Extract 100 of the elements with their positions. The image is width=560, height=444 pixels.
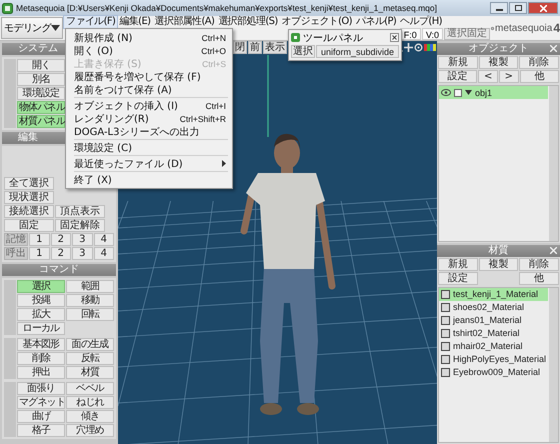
material-name: mhair02_Material — [453, 341, 523, 351]
menu-entry[interactable]: 環境設定 (C) — [68, 141, 230, 154]
menu-item[interactable]: 選択部属性(A) — [152, 16, 216, 28]
other-button[interactable]: 他 — [519, 272, 559, 284]
tool-button[interactable]: uniform_subdivide — [316, 45, 399, 58]
command-button[interactable]: 回転 — [66, 308, 114, 321]
panel-button[interactable]: 全て選択 — [4, 177, 54, 190]
command-button[interactable]: ベベル — [66, 382, 114, 395]
menu-entry[interactable]: 名前をつけて保存 (A) — [68, 83, 230, 96]
mode-dropdown[interactable]: モデリング — [1, 17, 63, 39]
minimize-button[interactable] — [490, 2, 508, 14]
panel-button[interactable]: 複製 — [478, 56, 518, 69]
scrollbar[interactable] — [549, 86, 558, 240]
menu-item[interactable]: ヘルプ(H) — [398, 16, 444, 28]
slot-button[interactable]: 1 — [29, 233, 50, 246]
command-button[interactable]: 面張り — [17, 382, 65, 395]
tool-button[interactable]: 選択 — [291, 45, 315, 58]
eye-icon[interactable] — [441, 89, 451, 96]
menu-entry[interactable]: 最近使ったファイル (D) — [68, 157, 230, 170]
menu-label: 新規作成 (N) — [74, 32, 132, 44]
view-button[interactable]: 表示 — [263, 41, 287, 54]
command-button[interactable]: ねじれ — [66, 396, 114, 409]
menu-item[interactable]: パネル(P) — [354, 16, 398, 28]
command-button[interactable]: 曲げ — [17, 410, 65, 423]
fix-selection-button[interactable]: 選択固定 — [444, 28, 490, 40]
slot-button[interactable]: 3 — [72, 233, 92, 246]
close-icon[interactable] — [390, 33, 399, 42]
close-button[interactable] — [528, 2, 558, 14]
material-name: Eyebrow009_Material — [453, 367, 540, 377]
scrollbar[interactable] — [549, 288, 558, 442]
material-row[interactable]: tshirt02_Material — [439, 326, 548, 340]
menu-entry[interactable]: オブジェクトの挿入 (I) Ctrl+I — [68, 99, 230, 112]
slot-button[interactable]: 2 — [50, 247, 71, 260]
maximize-button[interactable] — [509, 2, 527, 14]
command-button[interactable]: 格子 — [17, 424, 65, 437]
material-swatch — [441, 354, 450, 364]
slot-button[interactable]: 4 — [94, 233, 114, 246]
panel-button[interactable]: 別名 — [17, 73, 65, 86]
command-button[interactable]: ローカル — [17, 322, 65, 335]
panel-button[interactable]: < — [478, 70, 498, 83]
panel-button[interactable]: 新規 — [438, 258, 478, 270]
menu-entry[interactable]: レンダリング(R) Ctrl+Shift+R — [68, 112, 230, 125]
object-row[interactable]: obj1 — [439, 86, 548, 99]
maximize-icon — [514, 5, 522, 11]
command-button[interactable]: 押出 — [17, 366, 65, 379]
menu-item[interactable]: 編集(E) — [117, 16, 152, 28]
panel-button[interactable]: 頂点表示 — [55, 205, 105, 218]
material-row[interactable]: mhair02_Material — [439, 340, 548, 352]
panel-button[interactable]: > — [498, 70, 519, 83]
command-button[interactable]: 削除 — [17, 352, 65, 365]
panel-button[interactable]: 現状選択 — [4, 191, 54, 204]
view-button[interactable]: 前 — [248, 41, 262, 54]
command-button[interactable]: 傾き — [66, 410, 114, 423]
menu-item[interactable]: ファイル(F) — [64, 16, 118, 28]
menu-entry[interactable]: 終了 (X) — [68, 173, 230, 186]
command-button[interactable]: 基本図形 — [17, 338, 65, 351]
command-button[interactable]: 移動 — [66, 294, 114, 307]
material-row[interactable]: test_kenji_1_Material — [439, 288, 548, 300]
panel-button[interactable]: 設定 — [438, 70, 478, 83]
material-row[interactable]: jeans01_Material — [439, 314, 548, 326]
command-button[interactable]: 材質 — [66, 366, 114, 379]
menu-label: 名前をつけて保存 (A) — [74, 84, 172, 96]
panel-button[interactable]: 新規 — [438, 56, 478, 69]
menu-entry[interactable]: 新規作成 (N) Ctrl+N — [68, 31, 230, 44]
panel-button[interactable]: 開く — [17, 59, 65, 72]
slot-button[interactable]: 1 — [29, 247, 50, 260]
lock-checkbox[interactable] — [454, 88, 462, 96]
panel-button[interactable]: 環境設定 — [17, 87, 65, 100]
slot-button[interactable]: 4 — [94, 247, 114, 260]
slot-button[interactable]: 2 — [50, 233, 71, 246]
material-row[interactable]: shoes02_Material — [439, 300, 548, 314]
material-name: HighPolyEyes_Material — [453, 354, 546, 364]
command-button[interactable]: 投縄 — [17, 294, 65, 307]
move-icon[interactable] — [404, 43, 413, 52]
menu-item[interactable]: オブジェクト(O) — [280, 16, 354, 28]
menu-entry[interactable]: 履歴番号を増やして保存 (F) — [68, 70, 230, 83]
panel-button[interactable]: 削除 — [519, 258, 559, 270]
panel-button[interactable]: 固定解除 — [55, 219, 105, 232]
menu-label: 開く (O) — [74, 44, 113, 58]
expand-triangle-icon[interactable] — [465, 89, 472, 96]
command-button[interactable]: 反転 — [66, 352, 114, 365]
menu-item[interactable]: 選択部処理(S) — [216, 16, 280, 28]
command-button[interactable]: 範囲 — [66, 280, 114, 293]
panel-button[interactable]: 削除 — [519, 56, 559, 69]
view-button[interactable]: 閉 — [233, 41, 247, 54]
command-button[interactable]: 選択 — [17, 280, 65, 293]
material-row[interactable]: HighPolyEyes_Material — [439, 352, 548, 366]
settings-button[interactable]: 設定 — [438, 272, 478, 284]
material-row[interactable]: Eyebrow009_Material — [439, 366, 548, 378]
command-button[interactable]: マグネット — [17, 396, 65, 409]
panel-button[interactable]: 接続選択 — [4, 205, 54, 218]
command-button[interactable]: 面の生成 — [66, 338, 114, 351]
panel-button[interactable]: 複製 — [478, 258, 518, 270]
panel-button[interactable]: 他 — [520, 70, 559, 83]
command-button[interactable]: 穴埋め — [66, 424, 114, 437]
panel-button[interactable]: 固定 — [4, 219, 54, 232]
color-bars-icon[interactable] — [424, 44, 436, 51]
rotate-icon[interactable] — [414, 43, 423, 52]
slot-button[interactable]: 3 — [72, 247, 92, 260]
command-button[interactable]: 拡大 — [17, 308, 65, 321]
